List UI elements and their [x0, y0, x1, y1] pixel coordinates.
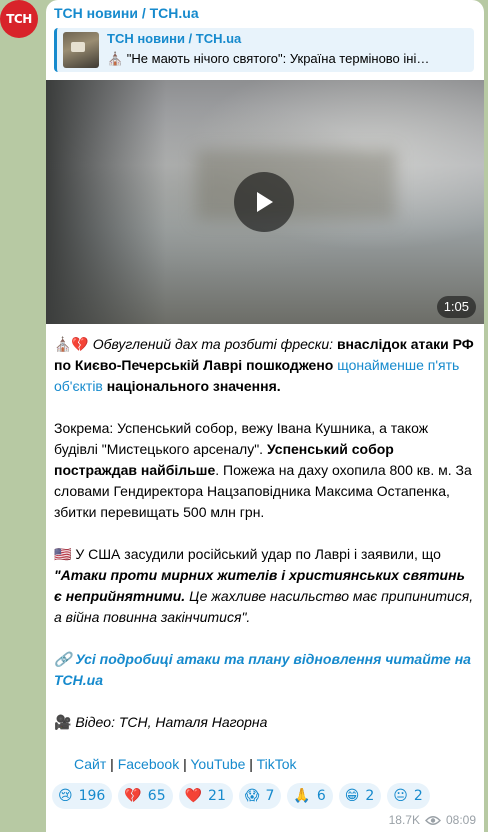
- paragraph-4: 🔗 Усі подробиці атаки та плану відновлен…: [54, 649, 474, 691]
- paragraph-3-text: 🇺🇸 У США засудили російський удар по Лав…: [54, 546, 441, 562]
- reaction-count: 196: [78, 788, 106, 804]
- play-icon: [257, 192, 273, 212]
- reaction-scream[interactable]: 😱 7: [238, 783, 282, 809]
- reaction-grin[interactable]: 😁 2: [338, 783, 382, 809]
- separator: |: [106, 756, 118, 772]
- eye-icon: [425, 815, 441, 825]
- reaction-count: 65: [147, 788, 166, 804]
- video-frame-blur: [196, 150, 396, 220]
- separator: |: [245, 756, 257, 772]
- video-camera-icon: 🎥: [54, 714, 72, 730]
- reaction-neutral[interactable]: 😐 2: [387, 783, 430, 809]
- reaction-heart[interactable]: ❤️ 21: [178, 783, 233, 809]
- channel-name[interactable]: ТСН новини / ТСН.ua: [54, 5, 199, 21]
- grinning-face-icon: 😁: [344, 788, 360, 804]
- reply-title: ТСН новини / ТСН.ua: [107, 31, 242, 46]
- video-player[interactable]: 1:05: [46, 80, 484, 324]
- reactions-bar: 😢 196 💔 65 ❤️ 21 😱 7 🙏 6 😁 2 😐 2: [52, 783, 482, 811]
- message-time: 08:09: [445, 813, 476, 827]
- details-link-text: 🔗 Усі подробиці атаки та плану відновлен…: [54, 651, 471, 688]
- message-text: ⛪💔 Обвуглений дах та розбиті фрески: вна…: [54, 334, 474, 775]
- details-link[interactable]: 🔗 Усі подробиці атаки та плану відновлен…: [54, 651, 471, 688]
- paragraph-1-emoji: ⛪💔: [54, 336, 89, 352]
- video-duration: 1:05: [436, 296, 476, 318]
- reaction-count: 6: [316, 788, 326, 804]
- paragraph-1-bold-b: національного значення.: [106, 378, 281, 394]
- channel-avatar[interactable]: ТСН: [0, 0, 38, 38]
- reply-thumbnail: [63, 32, 99, 68]
- reaction-count: 2: [413, 788, 423, 804]
- reply-text: ⛪ "Не мають нічого святого": Україна тер…: [107, 51, 430, 66]
- paragraph-3: 🇺🇸 У США засудили російський удар по Лав…: [54, 544, 474, 628]
- folded-hands-icon: 🙏: [293, 788, 311, 804]
- reaction-broken-heart[interactable]: 💔 65: [118, 783, 173, 809]
- link-youtube[interactable]: YouTube: [190, 756, 245, 772]
- crying-face-icon: 😢: [58, 788, 73, 804]
- paragraph-5: 🎥 Відео: ТСН, Наталя Нагорна: [54, 712, 474, 733]
- social-links: Сайт | Facebook | YouTube | TikTok: [54, 754, 474, 775]
- message-meta: 18.7K 08:09: [389, 813, 476, 827]
- reaction-count: 7: [265, 788, 275, 804]
- reaction-crying[interactable]: 😢 196: [52, 783, 113, 809]
- views-count: 18.7K: [388, 813, 420, 827]
- link-site[interactable]: Сайт: [74, 756, 106, 772]
- reaction-count: 2: [365, 788, 375, 804]
- video-frame-shade: [46, 80, 166, 324]
- reply-preview[interactable]: ТСН новини / ТСН.ua ⛪ "Не мають нічого с…: [54, 28, 474, 72]
- neutral-face-icon: 😐: [393, 788, 408, 804]
- screaming-face-icon: 😱: [244, 788, 260, 804]
- heart-icon: ❤️: [184, 788, 203, 804]
- broken-heart-icon: 💔: [124, 788, 142, 804]
- link-tiktok[interactable]: TikTok: [257, 756, 297, 772]
- paragraph-1: ⛪💔 Обвуглений дах та розбиті фрески: вна…: [54, 334, 474, 397]
- paragraph-2: Зокрема: Успенський собор, вежу Івана Ку…: [54, 418, 474, 523]
- play-button[interactable]: [234, 172, 294, 232]
- paragraph-1-italic: Обвуглений дах та розбиті фрески:: [92, 336, 334, 352]
- video-credit: Відео: ТСН, Наталя Нагорна: [71, 714, 268, 730]
- reaction-count: 21: [208, 788, 226, 804]
- separator: |: [179, 756, 191, 772]
- link-facebook[interactable]: Facebook: [118, 756, 179, 772]
- reaction-pray[interactable]: 🙏 6: [287, 783, 333, 809]
- message-bubble: ТСН новини / ТСН.ua ТСН новини / ТСН.ua …: [46, 0, 484, 832]
